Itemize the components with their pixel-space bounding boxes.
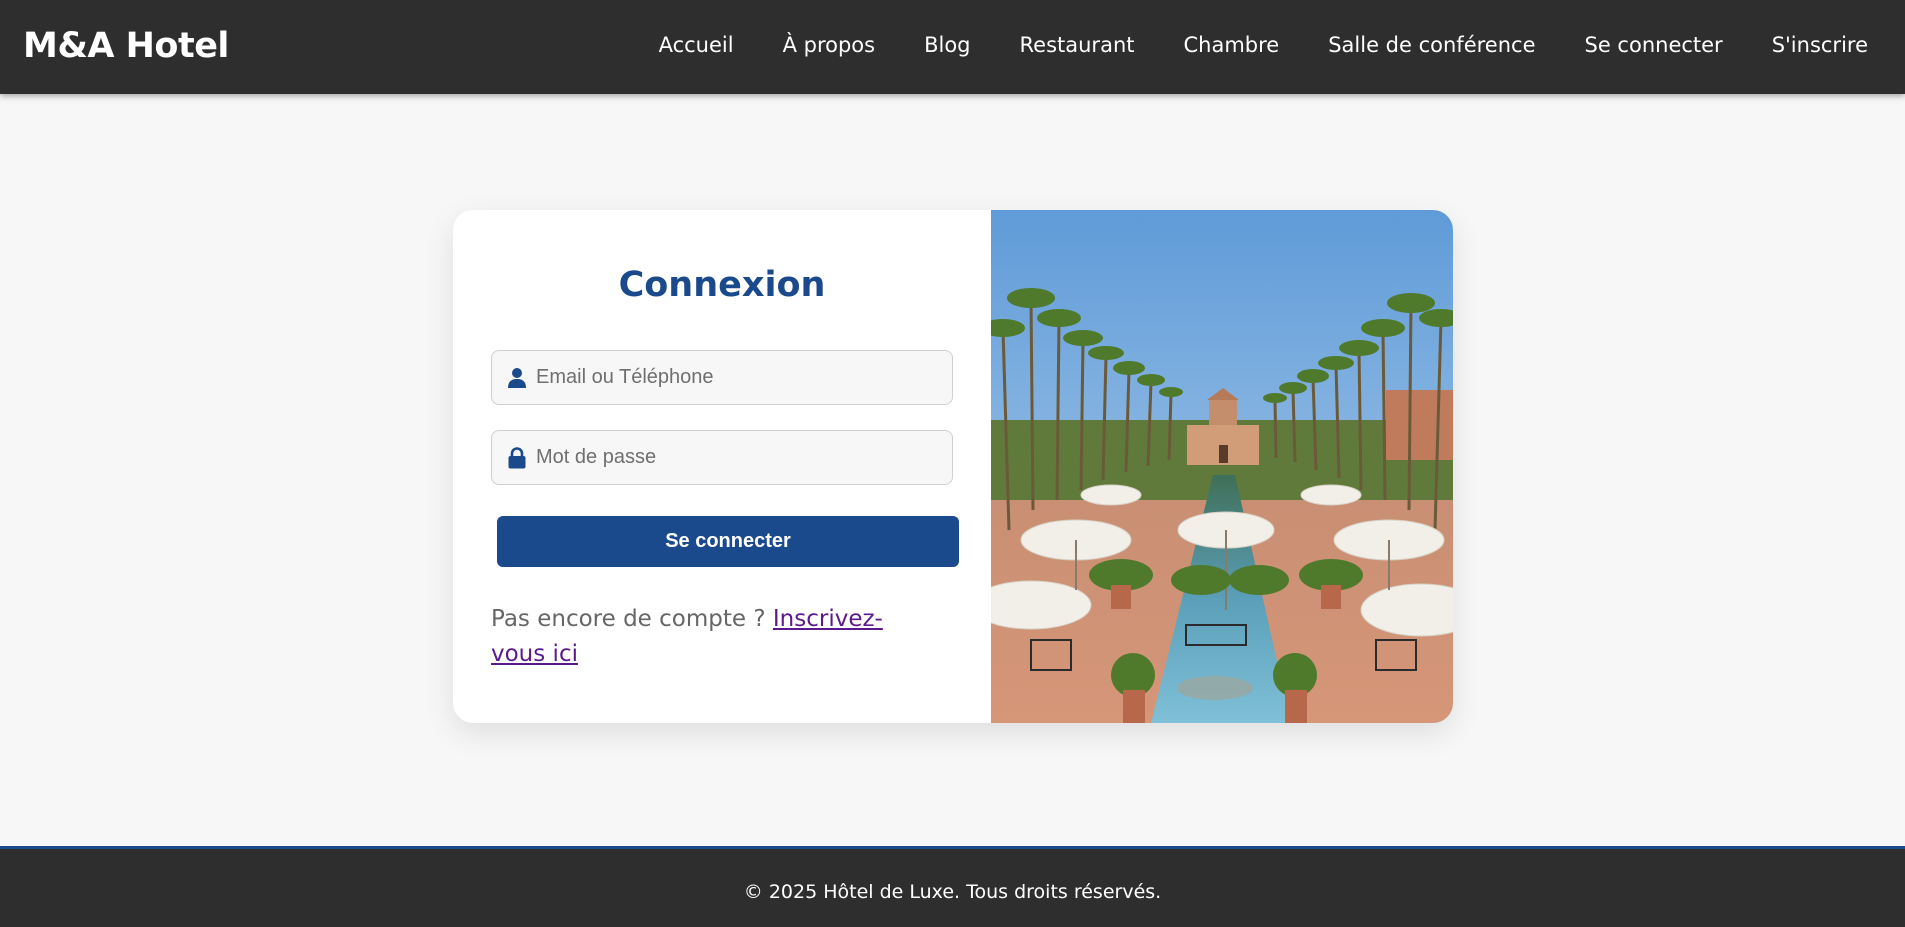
nav-item-salle-conference: Salle de conférence: [1328, 30, 1535, 60]
nav-link-a-propos[interactable]: À propos: [783, 33, 876, 57]
footer-copyright: © 2025 Hôtel de Luxe. Tous droits réserv…: [743, 881, 1162, 903]
footer: © 2025 Hôtel de Luxe. Tous droits réserv…: [0, 846, 1905, 927]
nav-item-chambre: Chambre: [1183, 30, 1279, 60]
nav-link-restaurant[interactable]: Restaurant: [1020, 33, 1135, 57]
nav-item-s-inscrire: S'inscrire: [1772, 30, 1868, 60]
nav-link-se-connecter[interactable]: Se connecter: [1585, 33, 1723, 57]
hotel-pool-image: [991, 210, 1453, 723]
email-input[interactable]: [536, 351, 941, 404]
login-title: Connexion: [618, 265, 826, 305]
user-icon: [507, 367, 527, 389]
lock-icon: [507, 447, 527, 469]
password-field[interactable]: [491, 430, 953, 485]
email-field[interactable]: [491, 350, 953, 405]
nav-item-se-connecter: Se connecter: [1585, 30, 1723, 60]
nav-item-accueil: Accueil: [659, 30, 734, 60]
signup-prompt: Pas encore de compte ? Inscrivez-vous ic…: [491, 602, 931, 672]
nav-item-a-propos: À propos: [783, 30, 876, 60]
login-card: Connexion Se connecter Pas encore de com…: [453, 210, 1453, 723]
nav-links: Accueil À propos Blog Restaurant Chambre…: [659, 30, 1868, 60]
login-form: Connexion Se connecter Pas encore de com…: [453, 210, 991, 723]
nav-item-blog: Blog: [924, 30, 970, 60]
nav-link-accueil[interactable]: Accueil: [659, 33, 734, 57]
signup-prompt-text: Pas encore de compte ?: [491, 606, 773, 632]
nav-link-blog[interactable]: Blog: [924, 33, 970, 57]
password-input[interactable]: [536, 431, 941, 484]
brand-logo[interactable]: M&A Hotel: [23, 26, 229, 66]
nav-link-salle-conference[interactable]: Salle de conférence: [1328, 33, 1535, 57]
nav-link-s-inscrire[interactable]: S'inscrire: [1772, 33, 1868, 57]
nav-item-restaurant: Restaurant: [1020, 30, 1135, 60]
nav-link-chambre[interactable]: Chambre: [1183, 33, 1279, 57]
navbar: M&A Hotel Accueil À propos Blog Restaura…: [0, 0, 1905, 94]
login-button[interactable]: Se connecter: [497, 516, 959, 567]
